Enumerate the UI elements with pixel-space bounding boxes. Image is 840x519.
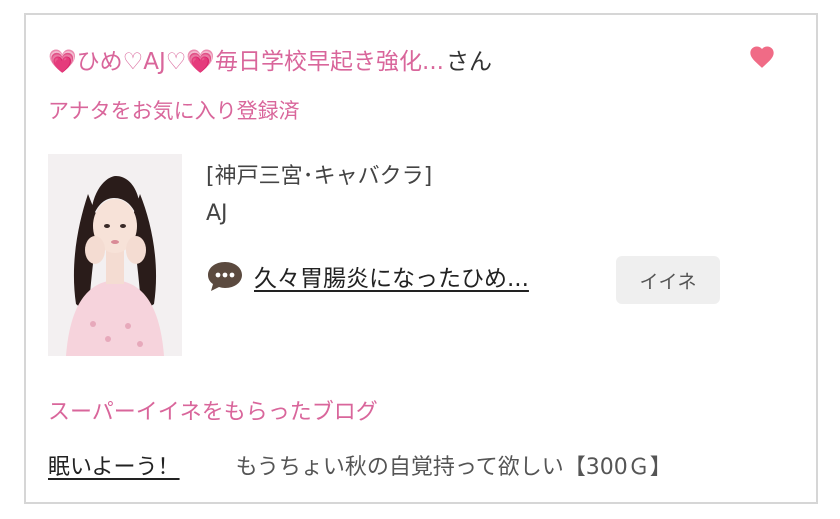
favorite-user-row: 💗ひめ♡AJ♡💗毎日学校早起き強化... さん: [48, 41, 794, 77]
speech-bubble-icon: [208, 262, 242, 291]
shop-label: [神戸三宮･キャバクラ]: [206, 164, 433, 189]
favorite-status: アナタをお気に入り登録済: [48, 99, 300, 123]
favorite-user-name[interactable]: 💗ひめ♡AJ♡💗毎日学校早起き強化...: [48, 42, 444, 76]
name-suffix: さん: [445, 49, 492, 75]
cast-photo[interactable]: [48, 154, 182, 356]
super-like-heading: スーパーイイネをもらったブログ: [48, 400, 378, 425]
latest-post-link[interactable]: 久々胃腸炎になったひめ...: [254, 259, 529, 293]
super-like-blog-row: 眠いよーう！ もうちょい秋の自覚持って欲しい【300Ｇ】: [48, 447, 798, 483]
latest-post-row: 久々胃腸炎になったひめ...: [206, 254, 529, 298]
super-like-comment: もうちょい秋の自覚持って欲しい【300Ｇ】: [235, 455, 672, 480]
blog-title-link[interactable]: 眠いよーう！: [48, 449, 180, 481]
favorite-card: 💗ひめ♡AJ♡💗毎日学校早起き強化... さん アナタをお気に入り登録済 [神戸…: [24, 13, 818, 504]
like-button[interactable]: イイネ: [616, 256, 720, 304]
cast-photo-illustration: [48, 154, 182, 356]
cast-name: AJ: [206, 201, 228, 226]
heart-icon[interactable]: [748, 43, 776, 71]
